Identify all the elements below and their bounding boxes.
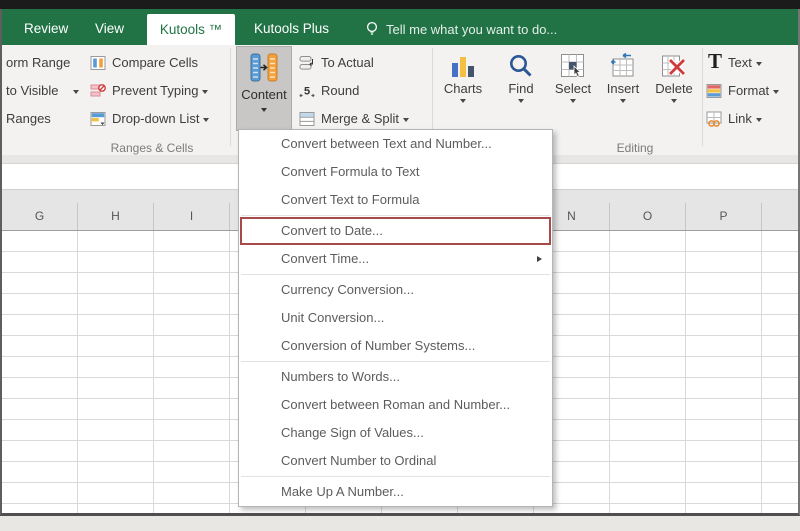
- charts-label: Charts: [443, 81, 483, 96]
- ribbon-item-round[interactable]: Round: [321, 79, 359, 103]
- chevron-down-icon: [773, 89, 780, 94]
- format-icon: [706, 84, 722, 98]
- menu-item-change-sign[interactable]: Change Sign of Values...: [239, 419, 552, 447]
- column-header-i[interactable]: I: [154, 203, 230, 230]
- menu-item-unit-conversion[interactable]: Unit Conversion...: [239, 304, 552, 332]
- content-dropdown-menu: Convert between Text and Number... Conve…: [238, 129, 553, 507]
- chevron-down-icon: [755, 117, 762, 122]
- chevron-down-icon: [671, 99, 677, 103]
- content-icon: [250, 53, 278, 82]
- ribbon-item-compare-cells[interactable]: Compare Cells: [112, 51, 198, 75]
- menu-item-number-to-ordinal[interactable]: Convert Number to Ordinal: [239, 447, 552, 475]
- round-icon: 5: [299, 86, 315, 98]
- tab-view[interactable]: View: [95, 21, 124, 36]
- tab-kutools-plus[interactable]: Kutools Plus: [254, 21, 329, 36]
- submenu-arrow-icon: [537, 255, 542, 262]
- app-frame: Review View Kutools ™ Kutools Plus Tell …: [0, 9, 800, 516]
- menu-separator: [241, 215, 550, 216]
- group-divider: [702, 48, 703, 146]
- menu-item-convert-formula-to-text[interactable]: Convert Formula to Text: [239, 158, 552, 186]
- insert-label: Insert: [606, 81, 640, 96]
- link-icon: [706, 111, 722, 127]
- menu-separator: [241, 361, 550, 362]
- tell-me-box[interactable]: Tell me what you want to do...: [365, 21, 557, 37]
- charts-button[interactable]: Charts: [436, 47, 490, 133]
- chevron-down-icon: [620, 99, 626, 103]
- tab-review[interactable]: Review: [24, 21, 68, 36]
- column-header-o[interactable]: O: [610, 203, 686, 230]
- excel-kutools-screenshot: Review View Kutools ™ Kutools Plus Tell …: [0, 0, 800, 531]
- ribbon-item-to-actual[interactable]: To Actual: [321, 51, 374, 75]
- menu-item-currency-conversion[interactable]: Currency Conversion...: [239, 276, 552, 304]
- select-icon: [561, 54, 584, 78]
- chevron-down-icon: [202, 89, 209, 94]
- chevron-down-icon: [570, 99, 576, 103]
- column-header-h[interactable]: H: [78, 203, 154, 230]
- chevron-down-icon: [460, 99, 466, 103]
- window-top-strip: [0, 0, 800, 9]
- delete-icon: [662, 55, 686, 77]
- menu-item-convert-time[interactable]: Convert Time...: [239, 245, 552, 273]
- group-divider: [230, 48, 231, 146]
- menu-item-convert-text-to-formula[interactable]: Convert Text to Formula: [239, 186, 552, 214]
- tell-me-label: Tell me what you want to do...: [386, 21, 558, 37]
- chevron-down-icon: [403, 117, 410, 122]
- chevron-down-icon: [518, 99, 524, 103]
- merge-split-icon: [299, 112, 315, 126]
- ribbon-item-paste-to-visible[interactable]: to Visible: [6, 79, 79, 103]
- chevron-down-icon: [203, 117, 210, 122]
- ribbon-item-transform-range[interactable]: orm Range: [6, 51, 70, 75]
- ribbon-item-drop-down-list[interactable]: Drop-down List: [112, 107, 210, 131]
- compare-cells-icon: [90, 56, 106, 70]
- lightbulb-icon: [366, 21, 378, 35]
- menu-item-numbers-to-words[interactable]: Numbers to Words...: [239, 363, 552, 391]
- find-label: Find: [508, 81, 534, 96]
- menu-item-convert-text-number[interactable]: Convert between Text and Number...: [239, 130, 552, 158]
- column-header-p[interactable]: P: [686, 203, 762, 230]
- column-header-g[interactable]: G: [2, 203, 78, 230]
- menu-item-make-up-a-number[interactable]: Make Up A Number...: [239, 478, 552, 506]
- menu-item-roman-and-number[interactable]: Convert between Roman and Number...: [239, 391, 552, 419]
- ribbon-item-text[interactable]: Text: [728, 51, 762, 75]
- charts-icon: [452, 57, 474, 77]
- ribbon-item-format[interactable]: Format: [728, 79, 780, 103]
- select-label: Select: [554, 81, 592, 96]
- drop-down-list-icon: [90, 112, 106, 126]
- text-icon: T: [708, 49, 723, 73]
- prevent-typing-icon: [90, 84, 106, 97]
- ribbon-tab-bar: Review View Kutools ™ Kutools Plus Tell …: [2, 9, 798, 45]
- group-label-ranges-cells: Ranges & Cells: [110, 141, 194, 155]
- group-label-editing: Editing: [616, 141, 654, 155]
- content-label: Content: [241, 87, 287, 102]
- chevron-down-icon: [261, 108, 267, 112]
- menu-item-number-systems[interactable]: Conversion of Number Systems...: [239, 332, 552, 360]
- chevron-down-icon: [755, 61, 762, 66]
- insert-button[interactable]: Insert: [599, 47, 647, 133]
- menu-item-convert-to-date[interactable]: Convert to Date...: [239, 217, 552, 245]
- ribbon-item-link[interactable]: Link: [728, 107, 762, 131]
- menu-separator: [241, 274, 550, 275]
- svg-text:5: 5: [304, 86, 310, 98]
- menu-separator: [241, 476, 550, 477]
- ribbon-item-ranges[interactable]: Ranges: [6, 107, 51, 131]
- ribbon-item-merge-split[interactable]: Merge & Split: [321, 107, 410, 131]
- tab-kutools[interactable]: Kutools ™: [147, 14, 235, 45]
- content-button[interactable]: Content: [236, 46, 292, 131]
- delete-button[interactable]: Delete: [648, 47, 700, 133]
- find-icon: [510, 55, 532, 77]
- window-bottom-strip: [0, 516, 800, 531]
- chevron-down-icon: [72, 89, 79, 94]
- find-button[interactable]: Find: [497, 47, 545, 133]
- select-button[interactable]: Select: [548, 47, 598, 133]
- ribbon-item-prevent-typing[interactable]: Prevent Typing: [112, 79, 209, 103]
- delete-label: Delete: [655, 81, 693, 96]
- insert-icon: [611, 53, 634, 77]
- to-actual-icon: [299, 56, 313, 70]
